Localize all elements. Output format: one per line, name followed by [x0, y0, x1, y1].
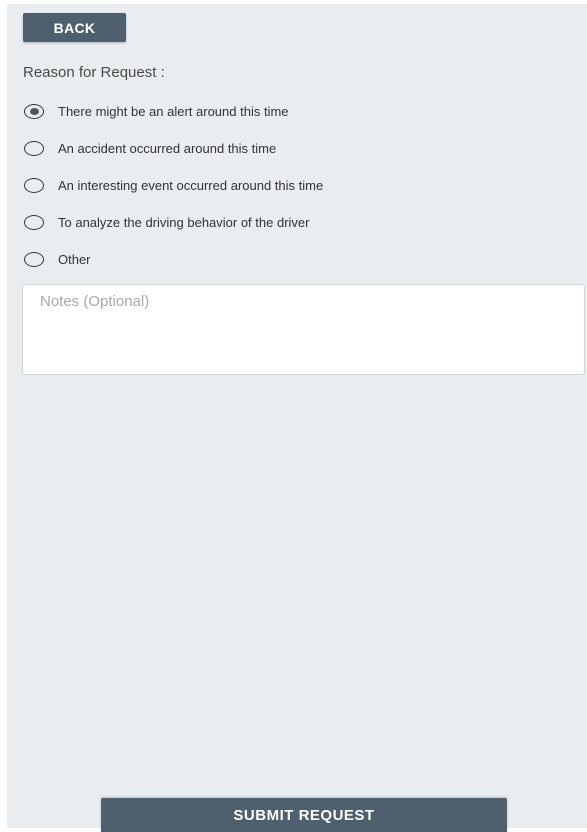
reason-option-label[interactable]: An interesting event occurred around thi…: [58, 178, 323, 193]
request-panel: BACK Reason for Request : There might be…: [7, 4, 587, 832]
reason-radio-group: There might be an alert around this time…: [24, 93, 574, 278]
reason-option-label[interactable]: An accident occurred around this time: [58, 141, 276, 156]
reason-option-label[interactable]: To analyze the driving behavior of the d…: [58, 215, 309, 230]
reason-option-label[interactable]: Other: [58, 252, 91, 267]
radio-selected-dot: [29, 108, 39, 115]
radio-button-interesting-event[interactable]: [24, 178, 44, 193]
reason-option-driving-behavior[interactable]: To analyze the driving behavior of the d…: [24, 204, 574, 241]
radio-button-other[interactable]: [24, 252, 44, 267]
radio-button-driving-behavior[interactable]: [24, 215, 44, 230]
reason-option-alert[interactable]: There might be an alert around this time: [24, 93, 574, 130]
submit-request-button[interactable]: SUBMIT REQUEST: [101, 798, 507, 832]
reason-option-interesting-event[interactable]: An interesting event occurred around thi…: [24, 167, 574, 204]
back-button[interactable]: BACK: [23, 13, 126, 42]
reason-option-accident[interactable]: An accident occurred around this time: [24, 130, 574, 167]
notes-textarea[interactable]: [22, 284, 585, 375]
reason-heading: Reason for Request :: [23, 64, 165, 81]
reason-option-other[interactable]: Other: [24, 241, 574, 278]
radio-button-alert[interactable]: [24, 104, 44, 119]
radio-button-accident[interactable]: [24, 141, 44, 156]
reason-option-label[interactable]: There might be an alert around this time: [58, 104, 289, 119]
